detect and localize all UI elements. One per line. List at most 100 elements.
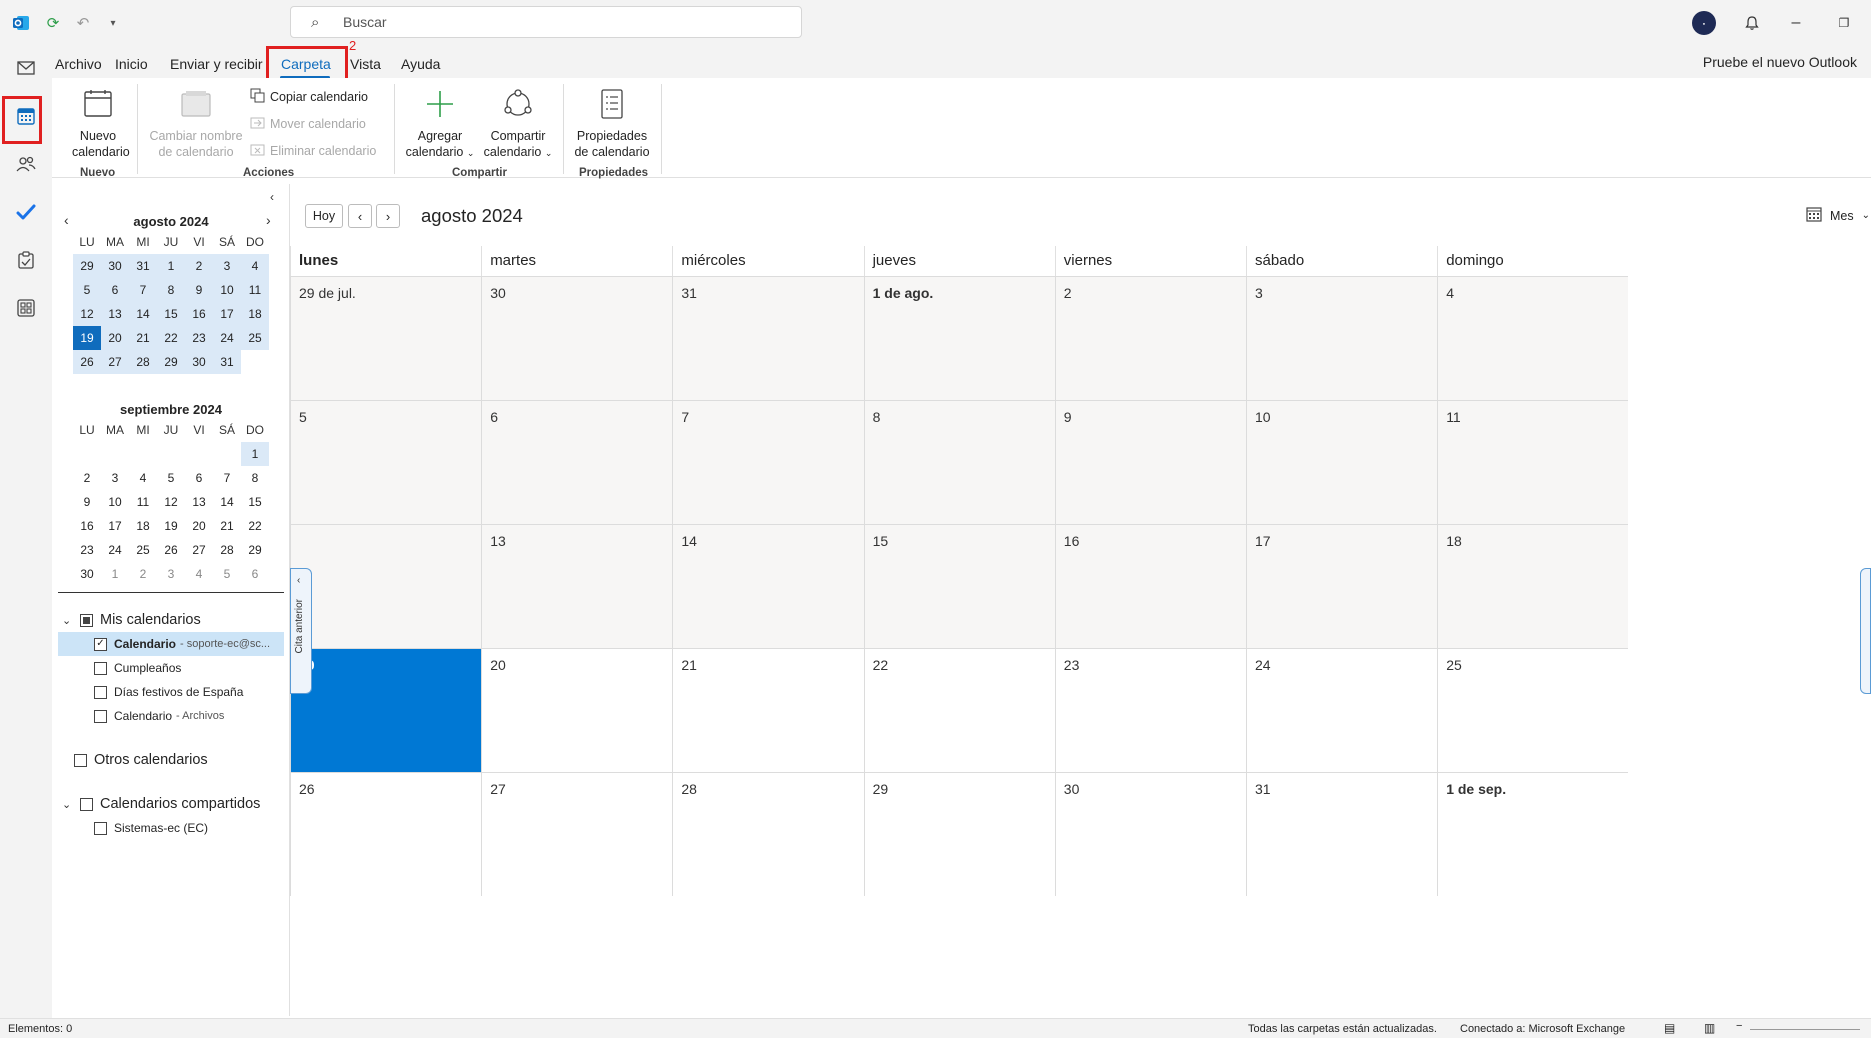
mini-cal-day[interactable]: 24 — [213, 326, 241, 350]
mini-cal-day[interactable]: 1 — [101, 562, 129, 586]
tab-archivo[interactable]: Archivo — [55, 56, 102, 72]
day-cell[interactable] — [290, 524, 482, 648]
tab-vista[interactable]: Vista — [350, 56, 381, 72]
checkbox-checked[interactable]: ✓ — [94, 637, 107, 651]
group-checkbox[interactable] — [74, 753, 87, 767]
mini-cal-day[interactable]: 14 — [213, 490, 241, 514]
search-input[interactable]: ⌕ Buscar — [290, 6, 802, 38]
mini-cal-day[interactable]: 4 — [129, 466, 157, 490]
tab-enviar-recibir[interactable]: Enviar y recibir — [170, 56, 263, 72]
minimize-icon[interactable]: – — [1783, 10, 1809, 36]
rename-calendar-button[interactable]: Cambiar nombre de calendario — [146, 88, 246, 160]
day-cell[interactable]: 30 — [1054, 772, 1246, 896]
day-cell[interactable]: 20 — [481, 648, 673, 772]
mini-cal-day[interactable]: 7 — [129, 278, 157, 302]
day-cell[interactable]: 11 — [1437, 400, 1629, 524]
mini-cal-day[interactable]: 12 — [157, 490, 185, 514]
mini-cal-day[interactable]: 23 — [73, 538, 101, 562]
day-cell[interactable]: 1 de sep. — [1437, 772, 1629, 896]
mini-cal-day[interactable]: 15 — [157, 302, 185, 326]
mini-cal-day[interactable]: 4 — [241, 254, 269, 278]
customize-qat-icon[interactable]: ▾ — [102, 12, 124, 34]
mail-icon[interactable] — [8, 50, 44, 86]
undo-icon[interactable]: ↶ — [72, 12, 94, 34]
todo-icon[interactable] — [8, 194, 44, 230]
mini-cal-day[interactable]: 16 — [73, 514, 101, 538]
previous-appointment-tab[interactable]: ‹ Cita anterior — [290, 568, 312, 694]
day-cell[interactable]: 31 — [672, 276, 864, 400]
day-cell[interactable]: 30 — [481, 276, 673, 400]
day-cell[interactable]: 3 — [1246, 276, 1438, 400]
mini-cal-day[interactable]: 28 — [213, 538, 241, 562]
mini-cal-day[interactable]: 29 — [73, 254, 101, 278]
group-checkbox[interactable] — [80, 797, 93, 811]
mini-cal-day[interactable]: 30 — [73, 562, 101, 586]
day-cell[interactable]: 7 — [672, 400, 864, 524]
mini-cal-day[interactable]: 8 — [157, 278, 185, 302]
mini-cal-day[interactable]: 16 — [185, 302, 213, 326]
mini-cal-day[interactable]: 6 — [241, 562, 269, 586]
day-cell[interactable]: 10 — [1246, 400, 1438, 524]
people-icon[interactable] — [8, 146, 44, 182]
day-cell[interactable]: 13 — [481, 524, 673, 648]
mini-cal-day[interactable]: 29 — [157, 350, 185, 374]
mini-cal-day[interactable]: 30 — [101, 254, 129, 278]
mini-cal-day[interactable]: 31 — [129, 254, 157, 278]
mini-cal-day[interactable]: 20 — [101, 326, 129, 350]
mini-cal-day[interactable]: 2 — [185, 254, 213, 278]
mini-cal-day[interactable]: 19 — [73, 326, 101, 350]
mini-cal-day[interactable]: 18 — [241, 302, 269, 326]
checkbox[interactable] — [94, 661, 107, 675]
view-selector[interactable]: Mes ⌄ — [1806, 206, 1870, 225]
mini-cal-day[interactable]: 28 — [129, 350, 157, 374]
mini-cal-day[interactable]: 21 — [213, 514, 241, 538]
mini-cal-day[interactable]: 5 — [73, 278, 101, 302]
mini-cal-day[interactable]: 27 — [101, 350, 129, 374]
checkbox[interactable] — [94, 821, 107, 835]
day-cell[interactable]: 29 de jul. — [290, 276, 482, 400]
mini-cal-day[interactable]: 25 — [129, 538, 157, 562]
day-cell[interactable]: 17 — [1246, 524, 1438, 648]
prev-month-button[interactable]: ‹ — [348, 204, 372, 228]
mini-cal-day[interactable]: 24 — [101, 538, 129, 562]
mini-cal-day[interactable]: 3 — [101, 466, 129, 490]
day-cell[interactable]: 29 — [863, 772, 1055, 896]
new-calendar-button[interactable]: Nuevo calendario — [72, 88, 130, 160]
day-cell[interactable]: 24 — [1246, 648, 1438, 772]
share-calendar-button[interactable]: Compartir calendario ⌄ — [482, 88, 554, 161]
mini-cal-day[interactable]: 1 — [241, 442, 269, 466]
mini-cal-day[interactable]: 7 — [213, 466, 241, 490]
zoom-minus-icon[interactable]: − — [1736, 1020, 1742, 1032]
mini-cal-day[interactable]: 12 — [73, 302, 101, 326]
apps-icon[interactable] — [8, 290, 44, 326]
mini-cal-day[interactable]: 10 — [101, 490, 129, 514]
add-calendar-button[interactable]: Agregar calendario ⌄ — [404, 88, 476, 161]
mini-cal-day[interactable]: 11 — [241, 278, 269, 302]
mini-cal-day[interactable]: 11 — [129, 490, 157, 514]
mini-cal-day[interactable]: 20 — [185, 514, 213, 538]
move-calendar-button[interactable]: Mover calendario — [250, 115, 366, 133]
group-calendarios-compartidos[interactable]: ⌄ Calendarios compartidos — [62, 796, 260, 812]
day-cell[interactable]: 2 — [1054, 276, 1246, 400]
mini-cal-day[interactable]: 2 — [129, 562, 157, 586]
day-cell[interactable]: 4 — [1437, 276, 1629, 400]
mini-cal-day[interactable]: 31 — [213, 350, 241, 374]
calendar-properties-button[interactable]: Propiedades de calendario — [572, 88, 652, 160]
mini-cal-day[interactable]: 3 — [157, 562, 185, 586]
mini-cal-day[interactable]: 4 — [185, 562, 213, 586]
mini-cal-day[interactable]: 8 — [241, 466, 269, 490]
calendar-item-main[interactable]: ✓ Calendario - soporte-ec@sc... — [94, 632, 270, 656]
day-cell[interactable]: 25 — [1437, 648, 1629, 772]
day-cell[interactable]: 27 — [481, 772, 673, 896]
mini-cal-day[interactable]: 1 — [157, 254, 185, 278]
mini-cal-day[interactable]: 9 — [73, 490, 101, 514]
mini-cal-day[interactable]: 23 — [185, 326, 213, 350]
sync-icon[interactable]: ⟳ — [42, 12, 64, 34]
day-cell[interactable]: 21 — [672, 648, 864, 772]
next-month-button[interactable]: › — [376, 204, 400, 228]
calendar-item-cumpleanos[interactable]: Cumpleaños — [94, 656, 181, 680]
tasks-icon[interactable] — [8, 242, 44, 278]
day-cell[interactable]: 6 — [481, 400, 673, 524]
normal-view-icon[interactable]: ▤ — [1664, 1021, 1675, 1035]
mini-cal-day[interactable]: 30 — [185, 350, 213, 374]
